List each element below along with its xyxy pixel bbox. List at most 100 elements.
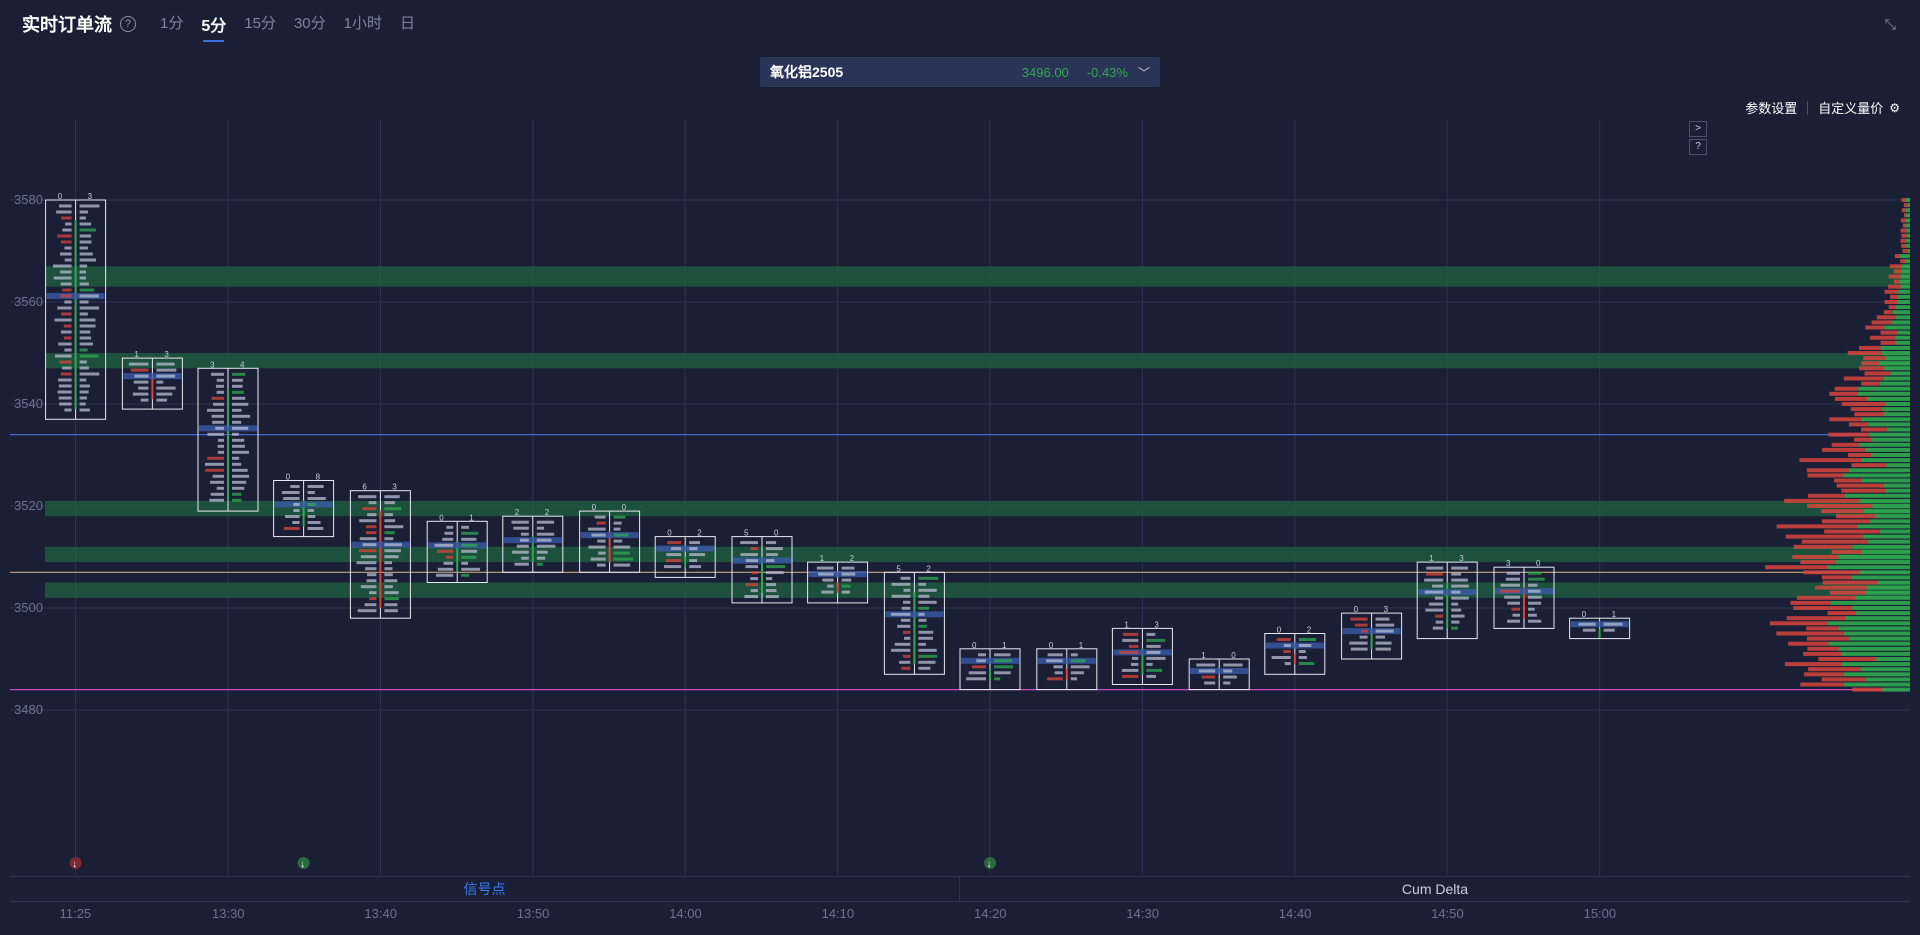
footprint-cell-ask xyxy=(918,588,937,592)
footprint-cell-bid xyxy=(891,594,911,598)
footprint-cell-bid xyxy=(744,595,758,599)
footprint-cell-ask xyxy=(384,525,404,529)
footprint-cell-bid xyxy=(1198,669,1216,673)
footprint-cell-ask xyxy=(1298,656,1307,659)
volume-profile-sell-bar xyxy=(1835,514,1875,519)
x-tick-label: 14:20 xyxy=(974,906,1007,921)
footprint-cell-ask xyxy=(1223,681,1231,685)
footprint-cell-ask xyxy=(1451,566,1469,570)
footprint-cell-bid xyxy=(365,531,377,535)
footprint-cell-ask xyxy=(384,567,393,571)
footprint-cell-bid xyxy=(60,330,72,334)
footprint-cell-bid xyxy=(1046,659,1063,663)
footprint-cell-bid xyxy=(58,384,72,388)
x-tick-label: 11:25 xyxy=(60,906,92,921)
tab-signal-points[interactable]: 信号点 xyxy=(10,877,960,901)
footprint-cell-bid xyxy=(1361,629,1368,633)
y-tick-label: 3560 xyxy=(14,294,43,309)
footprint-cell-ask xyxy=(79,354,99,358)
candle-top-left-count: 5 xyxy=(744,529,749,538)
footprint-cell-bid xyxy=(437,567,454,571)
footprint-cell-bid xyxy=(598,551,606,555)
volume-profile-sell-bar xyxy=(1863,356,1886,361)
footprint-cell-bid xyxy=(211,396,224,400)
footprint-cell-bid xyxy=(133,380,149,384)
footprint-cell-ask xyxy=(79,264,88,268)
footprint-cell-ask xyxy=(307,509,314,512)
volume-profile-buy-bar xyxy=(1872,504,1910,508)
volume-profile-sell-bar xyxy=(1901,233,1907,238)
footprint-cell-bid xyxy=(1500,583,1520,587)
volume-profile-buy-bar xyxy=(1868,432,1910,437)
footprint-cell-bid xyxy=(53,276,72,280)
tab-cum-delta[interactable]: Cum Delta xyxy=(960,877,1910,901)
volume-profile-sell-bar xyxy=(1801,539,1868,544)
volume-profile-buy-bar xyxy=(1844,493,1910,498)
volume-profile-sell-bar xyxy=(1807,493,1845,498)
volume-profile-buy-bar xyxy=(1882,687,1910,692)
footprint-cell-ask xyxy=(79,348,88,352)
volume-profile-sell-bar xyxy=(1800,560,1836,565)
volume-profile-sell-bar xyxy=(1852,687,1883,692)
footprint-cell-bid xyxy=(446,525,454,529)
volume-profile-buy-bar xyxy=(1838,555,1910,559)
volume-profile-sell-bar xyxy=(1901,243,1906,248)
footprint-cell-ask xyxy=(1298,650,1306,653)
footprint-chart[interactable]: 3580356035403520350034800 31 33 40 86 30 12 20 0… xyxy=(0,0,1920,935)
volume-profile-sell-bar xyxy=(1765,565,1827,570)
footprint-cell-bid xyxy=(588,545,606,549)
footprint-cell-ask xyxy=(918,666,931,670)
footprint-cell-ask xyxy=(1375,617,1390,621)
footprint-cell-ask xyxy=(1451,572,1462,576)
footprint-cell-bid xyxy=(359,537,377,541)
footprint-cell-bid xyxy=(205,468,224,472)
footprint-cell-ask xyxy=(1298,638,1317,641)
volume-profile-sell-bar xyxy=(1818,657,1876,661)
volume-profile-buy-bar xyxy=(1864,447,1910,452)
volume-profile-sell-bar xyxy=(1865,325,1885,330)
footprint-cell-bid xyxy=(216,390,224,394)
footprint-cell-ask xyxy=(1603,628,1615,632)
volume-profile-sell-bar xyxy=(1884,289,1899,294)
footprint-cell-bid xyxy=(816,566,834,570)
footprint-cell-ask xyxy=(384,537,394,541)
footprint-cell-ask xyxy=(1070,677,1078,681)
footprint-cell-ask xyxy=(918,594,930,598)
footprint-cell-bid xyxy=(207,408,224,412)
volume-profile-buy-bar xyxy=(1878,361,1910,366)
footprint-cell-bid xyxy=(1507,619,1520,623)
volume-profile-buy-bar xyxy=(1861,478,1910,483)
candle-top-left-count: 2 xyxy=(515,508,520,517)
footprint-cell-ask xyxy=(918,636,933,640)
footprint-cell-bid xyxy=(1359,635,1368,639)
volume-profile-sell-bar xyxy=(1854,412,1883,417)
volume-profile-sell-bar xyxy=(1829,417,1861,422)
footprint-cell-bid xyxy=(1122,638,1139,642)
footprint-cell-ask xyxy=(232,468,248,472)
volume-profile-sell-bar xyxy=(1893,279,1899,284)
footprint-cell-ask xyxy=(232,396,246,400)
volume-profile-buy-bar xyxy=(1859,570,1910,575)
footprint-cell-bid xyxy=(445,555,454,559)
footprint-cell-ask xyxy=(232,378,243,382)
footprint-cell-ask xyxy=(994,671,1011,675)
footprint-cell-ask xyxy=(79,204,100,208)
volume-profile-sell-bar xyxy=(1800,682,1844,687)
footprint-cell-ask xyxy=(79,360,87,364)
volume-profile-buy-bar xyxy=(1880,345,1910,350)
volume-profile-buy-bar xyxy=(1883,376,1910,381)
volume-profile-buy-bar xyxy=(1871,453,1910,457)
volume-profile-buy-bar xyxy=(1894,335,1910,340)
footprint-cell-ask xyxy=(689,541,700,545)
footprint-cell-bid xyxy=(365,567,377,571)
footprint-cell-bid xyxy=(971,665,986,669)
volume-profile-buy-bar xyxy=(1907,249,1910,253)
footprint-cell-bid xyxy=(1047,677,1063,681)
footprint-cell-bid xyxy=(204,462,224,466)
volume-profile-sell-bar xyxy=(1806,626,1839,631)
footprint-cell-ask xyxy=(918,642,927,646)
volume-profile-sell-bar xyxy=(1847,351,1882,355)
footprint-cell-ask xyxy=(841,578,852,582)
volume-profile-sell-bar xyxy=(1902,223,1906,228)
volume-profile-buy-bar xyxy=(1897,330,1910,335)
